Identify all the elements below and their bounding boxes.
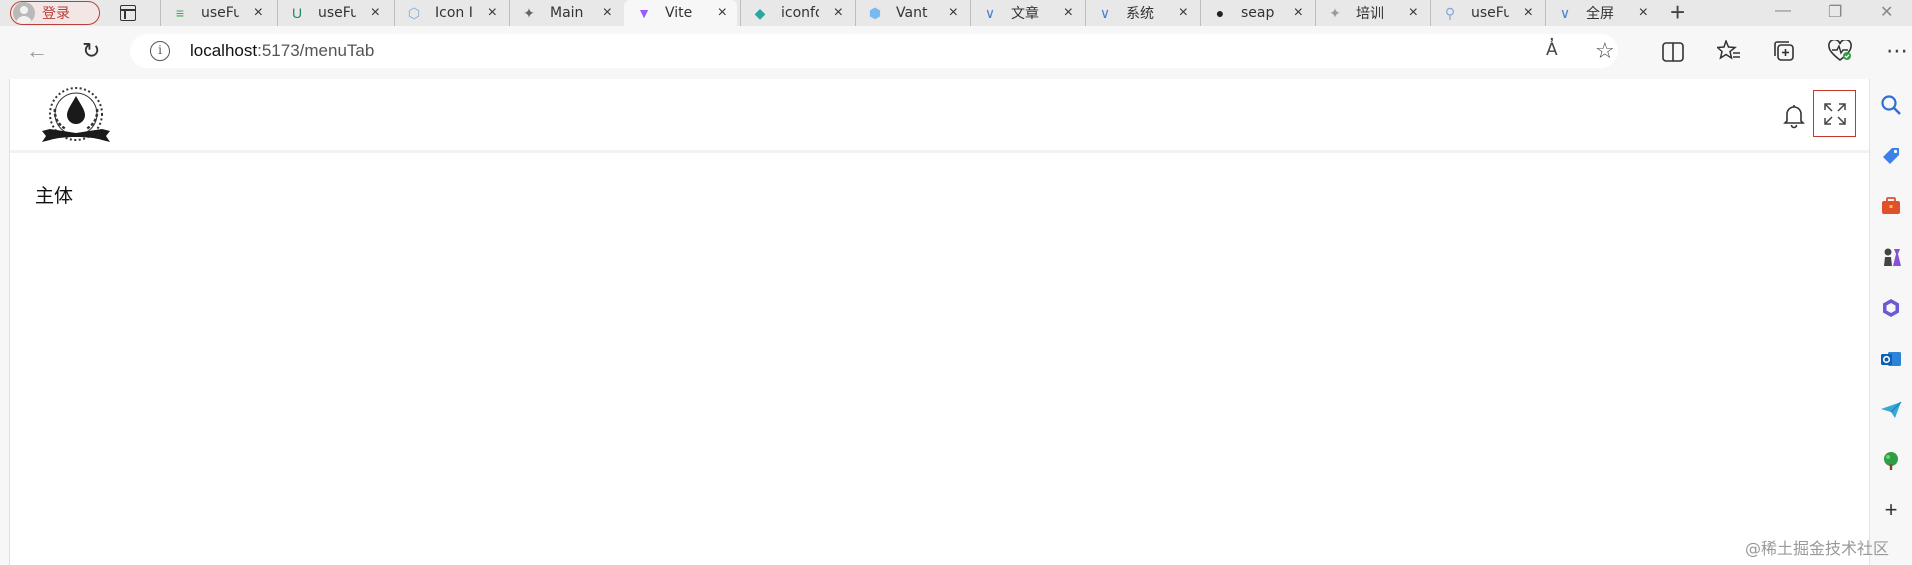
split-screen-icon[interactable]	[1662, 42, 1684, 62]
address-row: ← ↻ i localhost:5173/menuTab A̓ ☆ ⋯	[0, 26, 1912, 78]
sidebar-tools-briefcase-icon[interactable]	[1880, 195, 1902, 217]
address-bar[interactable]: i localhost:5173/menuTab	[130, 34, 1618, 68]
vant-icon: ⬢	[868, 4, 882, 21]
logo-emblem-icon	[42, 87, 110, 142]
tab-title: useFu	[201, 5, 239, 21]
page-viewport: 主体	[9, 79, 1869, 565]
browser-tab[interactable]: UuseFu ×	[277, 0, 390, 26]
collections-icon[interactable]	[1773, 40, 1795, 62]
browser-tab[interactable]: ∨ 系统 ×	[1085, 0, 1198, 26]
fullscreen-expand-icon	[1823, 102, 1846, 125]
avatar	[13, 2, 35, 24]
tab-title: 培训	[1356, 6, 1384, 22]
tab-close-icon[interactable]: ×	[1639, 4, 1648, 22]
browser-tab[interactable]: ● seap ×	[1200, 0, 1313, 26]
tab-title: 全屏	[1586, 6, 1614, 22]
tab-title: seap	[1241, 5, 1275, 21]
browser-tab[interactable]: ⬢ Vant ×	[855, 0, 968, 26]
tab-close-icon[interactable]: ×	[254, 4, 263, 22]
browser-tab[interactable]: ∨ 文章 ×	[970, 0, 1083, 26]
vueuse-icon: U	[291, 5, 303, 21]
browser-tab[interactable]: ∨ 全屏 ×	[1545, 0, 1658, 26]
url-host: localhost	[190, 41, 258, 60]
sidebar-add-icon[interactable]: +	[1880, 497, 1902, 522]
sidebar-outlook-icon[interactable]	[1880, 348, 1902, 370]
favorite-star-icon[interactable]: ☆	[1595, 38, 1615, 64]
profile-label: 登录	[42, 6, 70, 22]
sidebar-microsoft365-icon[interactable]	[1880, 297, 1902, 319]
page-header	[10, 79, 1869, 153]
watermark-text: @稀土掘金技术社区	[1745, 539, 1890, 558]
site-info-icon[interactable]: i	[150, 41, 170, 61]
browser-tab[interactable]: ≡ useFu ×	[160, 0, 273, 26]
tab-title: Icon I	[435, 5, 473, 21]
new-tab-button[interactable]: +	[1670, 0, 1685, 25]
notification-bell-icon[interactable]	[1782, 103, 1806, 129]
github-icon: ●	[1215, 5, 1225, 21]
url-path: :5173/menuTab	[257, 41, 375, 60]
tab-close-icon[interactable]: ×	[371, 4, 380, 22]
close-window-icon[interactable]: ✕	[1880, 2, 1893, 22]
tab-close-icon[interactable]: ×	[1064, 4, 1073, 22]
juejin-icon: ∨	[1559, 4, 1571, 21]
bird-icon: ✦	[1329, 4, 1341, 21]
vite-icon: ▼	[637, 5, 651, 21]
tab-close-icon[interactable]: ×	[949, 4, 958, 22]
juejin-icon: ∨	[984, 4, 996, 21]
search-icon: ⚲	[1444, 4, 1456, 21]
tab-close-icon[interactable]: ×	[1409, 4, 1418, 22]
sidebar-shopping-tag-icon[interactable]	[1880, 145, 1902, 167]
bird-icon: ✦	[523, 4, 535, 21]
tab-title: Vant	[896, 5, 928, 21]
browser-tab[interactable]: ✦ Main ×	[509, 0, 622, 26]
browser-tab[interactable]: ◆ iconfo ×	[740, 0, 853, 26]
minimize-icon[interactable]: —	[1775, 2, 1791, 20]
tab-title: 系统	[1126, 6, 1154, 22]
tab-actions-icon[interactable]	[120, 5, 136, 21]
browser-essentials-icon[interactable]	[1828, 40, 1852, 62]
profile-button[interactable]: 登录	[10, 1, 100, 25]
favorites-icon[interactable]	[1717, 40, 1741, 62]
restore-icon[interactable]: ❐	[1828, 2, 1842, 22]
tab-close-icon[interactable]: ×	[834, 4, 843, 22]
sidebar-send-drop-icon[interactable]	[1880, 399, 1902, 421]
browser-tab[interactable]: ▼ Vite ×	[624, 0, 737, 26]
vite-edit-icon: ≡	[175, 5, 185, 21]
more-options-icon[interactable]: ⋯	[1886, 38, 1908, 64]
browser-tab[interactable]: ⚲ useFu ×	[1430, 0, 1543, 26]
tab-close-icon[interactable]: ×	[1524, 4, 1533, 22]
browser-tab[interactable]: ✦ 培训 ×	[1315, 0, 1428, 26]
tab-title: useFu	[1471, 5, 1509, 21]
reload-button[interactable]: ↻	[82, 40, 100, 62]
tab-title: useFu	[318, 5, 356, 21]
edge-sidebar: +	[1869, 79, 1912, 565]
tab-title: Main	[550, 5, 584, 21]
tab-close-icon[interactable]: ×	[603, 4, 612, 22]
tab-title: Vite	[665, 5, 693, 21]
iconfont-icon: ◆	[754, 4, 766, 21]
tab-title: iconfo	[781, 5, 819, 21]
browser-tab[interactable]: ⬡ Icon I ×	[394, 0, 507, 26]
tab-title: 文章	[1011, 6, 1039, 22]
juejin-icon: ∨	[1099, 4, 1111, 21]
tab-strip: 登录 ≡ useFu × UuseFu × ⬡ Icon I × ✦ Main × ▼ Vite × ◆ ic…	[0, 0, 1912, 26]
back-button[interactable]: ←	[26, 40, 48, 62]
main-body-text: 主体	[35, 185, 74, 207]
tab-close-icon[interactable]: ×	[1179, 4, 1188, 22]
read-aloud-icon[interactable]: A̓	[1546, 40, 1558, 60]
tab-close-icon[interactable]: ×	[1294, 4, 1303, 22]
hexagon-icon: ⬡	[407, 4, 421, 21]
tab-close-icon[interactable]: ×	[488, 4, 497, 22]
tab-close-icon[interactable]: ×	[718, 4, 727, 22]
fullscreen-button[interactable]	[1813, 90, 1856, 137]
sidebar-search-icon[interactable]	[1880, 94, 1902, 116]
sidebar-tree-icon[interactable]	[1880, 450, 1902, 472]
sidebar-games-chess-icon[interactable]	[1880, 246, 1902, 268]
url-text[interactable]: localhost:5173/menuTab	[190, 41, 374, 61]
